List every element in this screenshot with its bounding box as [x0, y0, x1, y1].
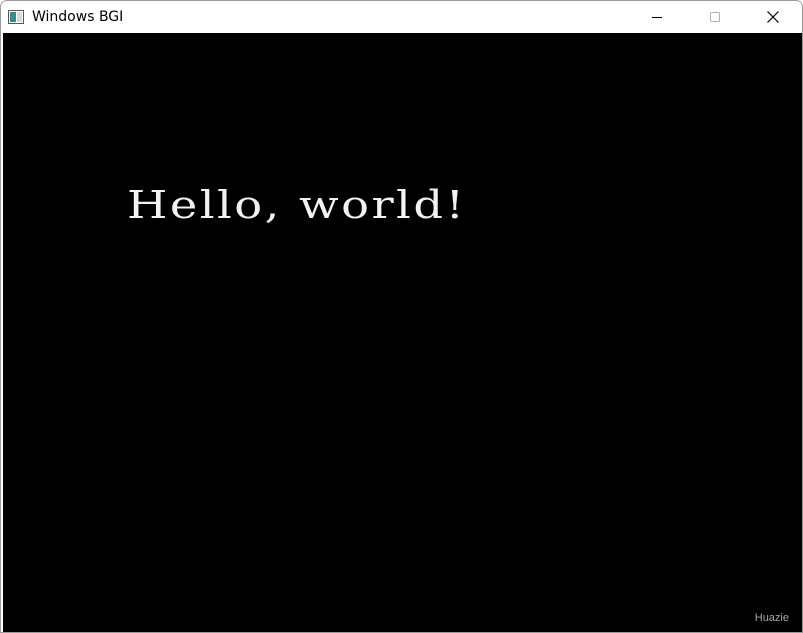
maximize-button[interactable] [686, 1, 744, 33]
window-title: Windows BGI [32, 9, 124, 25]
close-icon [767, 11, 779, 23]
close-button[interactable] [744, 1, 802, 33]
hello-world-text: Hello, world! [127, 183, 467, 227]
window-app-icon[interactable] [8, 9, 24, 25]
title-bar[interactable]: Windows BGI [1, 1, 802, 33]
maximize-icon [710, 12, 720, 22]
watermark: Huazie [754, 612, 789, 624]
graphics-canvas[interactable]: Hello, world! [3, 33, 802, 632]
bgi-window: Windows BGI Hello, world! [0, 0, 803, 633]
minimize-icon [652, 17, 662, 18]
minimize-button[interactable] [628, 1, 686, 33]
